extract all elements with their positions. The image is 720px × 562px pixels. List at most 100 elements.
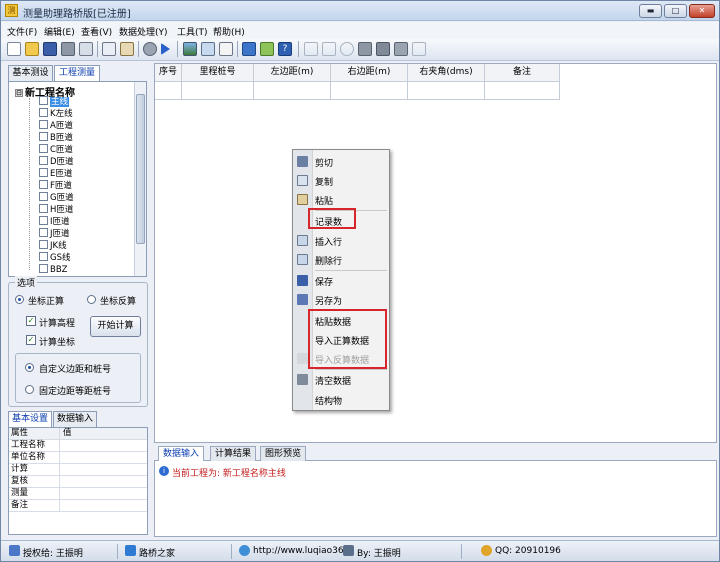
node-checkbox[interactable] xyxy=(39,132,48,141)
radio-inverse-calc[interactable] xyxy=(87,295,96,304)
column-header-remarks[interactable]: 备注 xyxy=(485,64,560,82)
menu-view[interactable]: 查看(V) xyxy=(81,25,112,38)
node-checkbox[interactable] xyxy=(39,96,48,105)
tab-data-input[interactable]: 数据输入 xyxy=(53,411,97,427)
ctx-item-cut[interactable]: 剪切 xyxy=(293,152,389,171)
edit-icon[interactable] xyxy=(219,42,233,56)
node-checkbox[interactable] xyxy=(39,156,48,165)
column-header-left-offset[interactable]: 左边距(m) xyxy=(254,64,331,82)
print-icon[interactable] xyxy=(61,42,75,56)
ctx-item-paste[interactable]: 粘贴 xyxy=(293,190,389,209)
column-header-index[interactable]: 序号 xyxy=(155,64,182,82)
column-header-right-offset[interactable]: 右边距(m) xyxy=(331,64,408,82)
property-row[interactable]: 单位名称 xyxy=(9,452,147,464)
copy-icon[interactable] xyxy=(102,42,116,56)
node-checkbox[interactable] xyxy=(39,108,48,117)
radio-custom-offset[interactable] xyxy=(25,363,34,372)
column-header-station[interactable]: 里程桩号 xyxy=(182,64,254,82)
minimize-button[interactable]: ▬ xyxy=(639,4,662,18)
maximize-button[interactable]: □ xyxy=(664,4,687,18)
tab-basic-settings[interactable]: 基本设置 xyxy=(8,411,52,428)
tree-node[interactable]: A匝道 xyxy=(39,120,73,131)
node-checkbox[interactable] xyxy=(39,264,48,273)
tree-node[interactable]: H匝道 xyxy=(39,204,73,215)
cube-icon[interactable] xyxy=(260,42,274,56)
tree-node[interactable]: K左线 xyxy=(39,108,73,119)
ctx-item-delete-row[interactable]: 删除行 xyxy=(293,250,389,269)
zoom-icon[interactable] xyxy=(340,42,354,56)
ctx-item-save-as[interactable]: 另存为 xyxy=(293,290,389,309)
save-icon[interactable] xyxy=(43,42,57,56)
status-url[interactable]: http://www.luqiao365. xyxy=(253,546,352,556)
tree-node[interactable]: BBZ xyxy=(39,264,68,275)
data-grid[interactable]: 序号 里程桩号 左边距(m) 右边距(m) 右夹角(dms) 备注 xyxy=(154,63,717,443)
pointer-icon[interactable] xyxy=(304,42,318,56)
image-icon[interactable] xyxy=(183,42,197,56)
fill-icon[interactable] xyxy=(394,42,408,56)
curve-icon[interactable] xyxy=(412,42,426,56)
node-checkbox[interactable] xyxy=(39,240,48,249)
tree-node[interactable]: F匝道 xyxy=(39,180,72,191)
help-icon[interactable]: ? xyxy=(278,42,292,56)
tree-node[interactable]: J匝道 xyxy=(39,228,70,239)
play-icon[interactable] xyxy=(161,43,170,55)
grid-cell[interactable] xyxy=(182,82,254,100)
node-checkbox[interactable] xyxy=(39,216,48,225)
property-row[interactable]: 复核 xyxy=(9,476,147,488)
node-checkbox[interactable] xyxy=(39,204,48,213)
radio-forward-calc[interactable] xyxy=(15,295,24,304)
tab-graphic-preview[interactable]: 图形预览 xyxy=(260,446,307,461)
property-row[interactable]: 计算 xyxy=(9,464,147,476)
crosshair-icon[interactable] xyxy=(322,42,336,56)
property-row[interactable]: 工程名称 xyxy=(9,440,147,452)
tree-scrollbar[interactable] xyxy=(134,82,146,276)
grid-cell[interactable] xyxy=(408,82,485,100)
tree-node[interactable]: G匝道 xyxy=(39,192,74,203)
property-grid[interactable]: 属性值 工程名称 单位名称 计算 复核 测量 备注 xyxy=(8,427,148,535)
property-row[interactable]: 备注 xyxy=(9,500,147,512)
node-checkbox[interactable] xyxy=(39,168,48,177)
tree-node[interactable]: B匝道 xyxy=(39,132,73,143)
node-checkbox[interactable] xyxy=(39,252,48,261)
tree-node[interactable]: E匝道 xyxy=(39,168,72,179)
node-checkbox[interactable] xyxy=(39,120,48,129)
grid-cell[interactable] xyxy=(331,82,408,100)
node-checkbox[interactable] xyxy=(39,192,48,201)
collapse-toggle-icon[interactable]: ⊟ xyxy=(15,89,23,97)
tree-node[interactable]: JK线 xyxy=(39,240,67,251)
settings-gear-icon[interactable] xyxy=(143,42,157,56)
close-button[interactable]: ✕ xyxy=(689,4,715,18)
check-coordinates[interactable]: ✓ xyxy=(26,335,36,345)
tab-engineering-survey[interactable]: 工程测量 xyxy=(54,65,100,82)
ctx-item-structure[interactable]: 结构物 xyxy=(293,390,389,409)
check-elevation[interactable]: ✓ xyxy=(26,316,36,326)
grid-cell[interactable] xyxy=(155,82,182,100)
new-file-icon[interactable] xyxy=(7,42,21,56)
grid-cell[interactable] xyxy=(254,82,331,100)
menu-data-processing[interactable]: 数据处理(Y) xyxy=(119,25,168,38)
tree-node[interactable]: C匝道 xyxy=(39,144,73,155)
survey-flag-icon[interactable] xyxy=(242,42,256,56)
tab-calc-results[interactable]: 计算结果 xyxy=(210,446,257,461)
tree-node[interactable]: GS线 xyxy=(39,252,70,263)
ctx-item-insert-row[interactable]: 插入行 xyxy=(293,231,389,250)
document-icon[interactable] xyxy=(201,42,215,56)
node-checkbox[interactable] xyxy=(39,228,48,237)
print-preview-icon[interactable] xyxy=(79,42,93,56)
property-row[interactable]: 测量 xyxy=(9,488,147,500)
menu-edit[interactable]: 编辑(E) xyxy=(44,25,75,38)
ctx-item-copy[interactable]: 复制 xyxy=(293,171,389,190)
node-checkbox[interactable] xyxy=(39,144,48,153)
node-checkbox[interactable] xyxy=(39,180,48,189)
menu-help[interactable]: 帮助(H) xyxy=(213,25,245,38)
open-folder-icon[interactable] xyxy=(25,42,39,56)
tree-node[interactable]: I匝道 xyxy=(39,216,70,227)
tab-data-input-view[interactable]: 数据输入 xyxy=(158,446,205,461)
grid-cell[interactable] xyxy=(485,82,560,100)
menu-file[interactable]: 文件(F) xyxy=(7,25,37,38)
project-tree[interactable]: ⊟ 新工程名称 主线 K左线 A匝道 B匝道 C匝道 D匝道 E匝道 F匝道 G匝… xyxy=(8,81,147,277)
menu-tools[interactable]: 工具(T) xyxy=(177,25,208,38)
pan-hand-icon[interactable] xyxy=(358,42,372,56)
title-bar[interactable]: 测 测量助理路桥版[已注册] ▬ □ ✕ xyxy=(1,1,719,21)
tree-node[interactable]: 主线 xyxy=(39,96,70,107)
